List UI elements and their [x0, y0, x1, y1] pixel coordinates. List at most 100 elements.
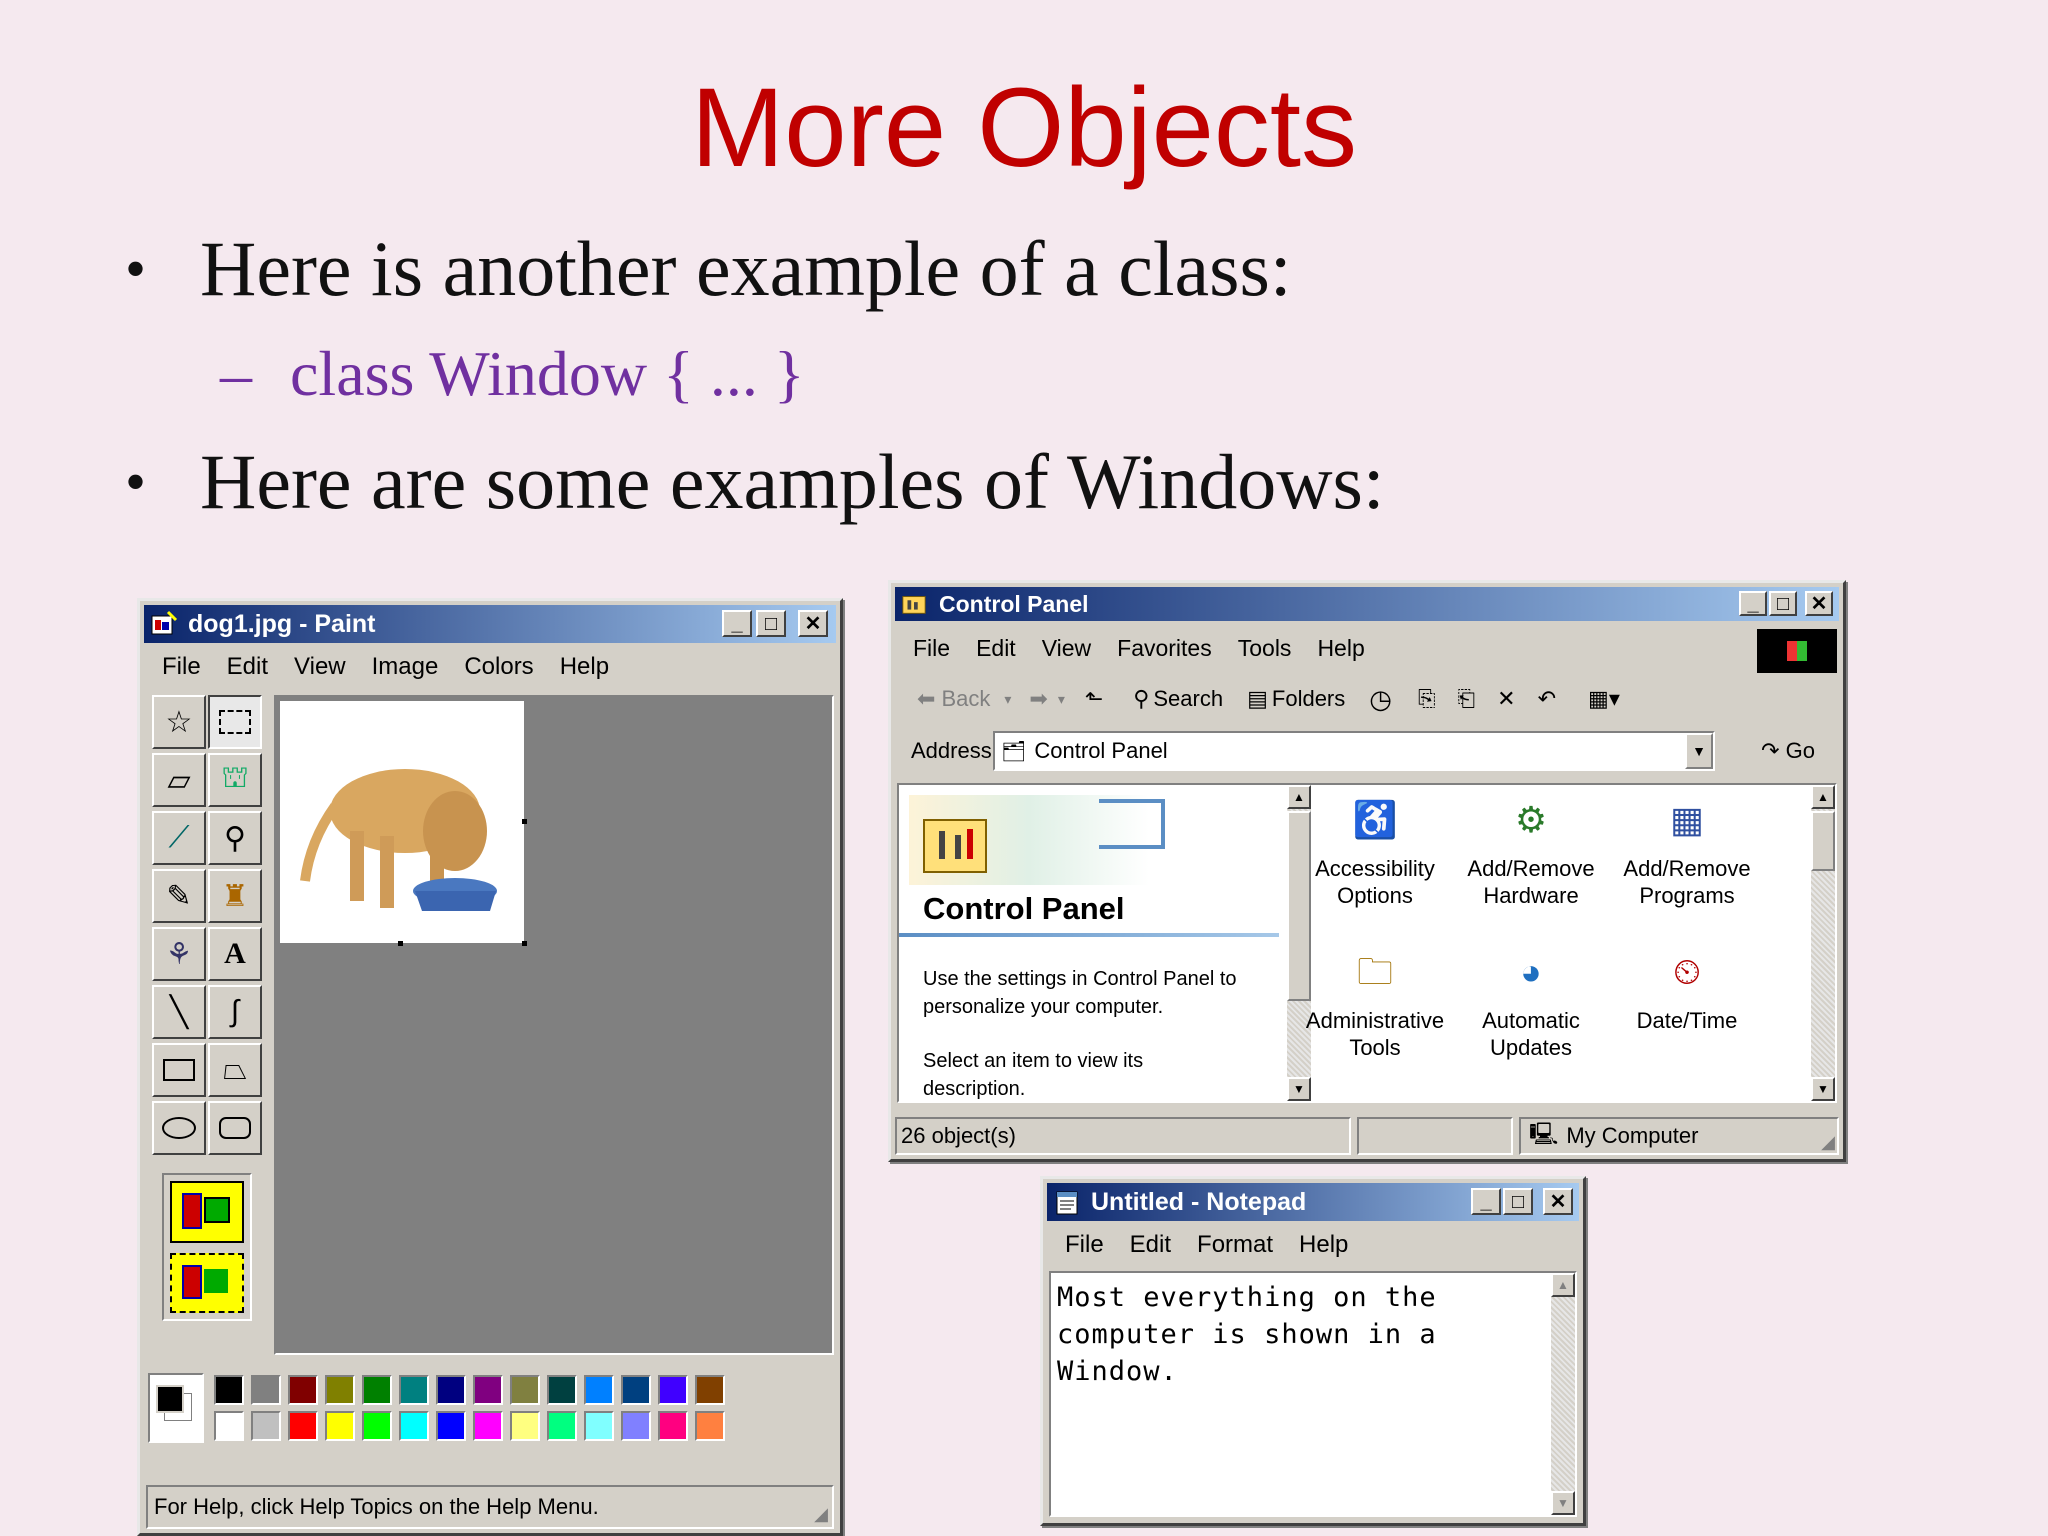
maximize-button[interactable]: □ [1769, 591, 1797, 616]
palette-color-swatch[interactable] [399, 1375, 429, 1405]
palette-color-swatch[interactable] [621, 1411, 651, 1441]
menu-edit[interactable]: Edit [1130, 1231, 1171, 1259]
maximize-button[interactable]: □ [756, 610, 786, 637]
palette-color-swatch[interactable] [473, 1375, 503, 1405]
rounded-rect-icon[interactable] [208, 1101, 262, 1155]
scroll-down-icon[interactable]: ▼ [1287, 1077, 1311, 1101]
dog-image[interactable] [280, 701, 527, 946]
paint-titlebar[interactable]: dog1.jpg - Paint _ □ ✕ [144, 605, 836, 643]
palette-color-swatch[interactable] [214, 1411, 244, 1441]
menu-favorites[interactable]: Favorites [1117, 635, 1212, 662]
cp-item[interactable]: ♿ Accessibility Options [1295, 789, 1455, 909]
opaque-option-icon[interactable] [170, 1253, 244, 1313]
notepad-titlebar[interactable]: Untitled - Notepad _ □ ✕ [1047, 1183, 1579, 1221]
airbrush-icon[interactable]: ⚘ [152, 927, 206, 981]
move-to-icon[interactable]: ⎘ [1418, 686, 1436, 712]
palette-color-swatch[interactable] [214, 1375, 244, 1405]
transparency-option-icon[interactable] [170, 1181, 244, 1243]
palette-color-swatch[interactable] [510, 1411, 540, 1441]
views-icon[interactable]: ▦▾ [1588, 686, 1620, 712]
palette-color-swatch[interactable] [288, 1375, 318, 1405]
go-button[interactable]: ↷ Go [1761, 738, 1815, 764]
notepad-scrollbar[interactable]: ▲ ▼ [1551, 1273, 1575, 1515]
cp-item[interactable]: 🗀 Administrative Tools [1295, 941, 1455, 1061]
palette-color-swatch[interactable] [362, 1375, 392, 1405]
rect-select-icon[interactable] [208, 695, 262, 749]
palette-color-swatch[interactable] [695, 1411, 725, 1441]
menu-edit[interactable]: Edit [976, 635, 1016, 662]
menu-colors[interactable]: Colors [464, 653, 533, 681]
palette-color-swatch[interactable] [510, 1375, 540, 1405]
palette-color-swatch[interactable] [584, 1411, 614, 1441]
scroll-up-icon[interactable]: ▲ [1811, 785, 1835, 809]
palette-color-swatch[interactable] [547, 1411, 577, 1441]
magnifier-icon[interactable]: ⚲ [208, 811, 262, 865]
back-arrow-icon[interactable]: ⬅ [917, 686, 935, 712]
close-button[interactable]: ✕ [1805, 591, 1833, 616]
cp-item[interactable]: ◕ Automatic Updates [1451, 941, 1611, 1061]
palette-color-swatch[interactable] [288, 1411, 318, 1441]
color-picker-icon[interactable]: ⟋ [152, 811, 206, 865]
palette-color-swatch[interactable] [584, 1375, 614, 1405]
address-field[interactable]: 🗂 Control Panel ▼ [993, 731, 1715, 771]
palette-color-swatch[interactable] [658, 1411, 688, 1441]
line-icon[interactable]: ╲ [152, 985, 206, 1039]
back-dropdown-icon[interactable]: ▾ [1004, 691, 1011, 708]
palette-color-swatch[interactable] [251, 1411, 281, 1441]
free-select-icon[interactable]: ☆ [152, 695, 206, 749]
delete-icon[interactable]: ✕ [1497, 686, 1515, 712]
menu-help[interactable]: Help [560, 653, 609, 681]
ellipse-icon[interactable] [152, 1101, 206, 1155]
history-icon[interactable]: ◷ [1369, 684, 1392, 715]
search-button[interactable]: Search [1153, 686, 1223, 712]
menu-help[interactable]: Help [1317, 635, 1364, 662]
scroll-up-icon[interactable]: ▲ [1551, 1273, 1575, 1297]
menu-file[interactable]: File [913, 635, 950, 662]
palette-color-swatch[interactable] [695, 1375, 725, 1405]
menu-view[interactable]: View [1042, 635, 1091, 662]
palette-color-swatch[interactable] [436, 1411, 466, 1441]
curve-icon[interactable]: ∫ [208, 985, 262, 1039]
address-dropdown-icon[interactable]: ▼ [1685, 733, 1713, 769]
text-tool-icon[interactable]: A [208, 927, 262, 981]
palette-color-swatch[interactable] [399, 1411, 429, 1441]
minimize-button[interactable]: _ [722, 610, 752, 637]
cp-item[interactable]: ▦ Add/Remove Programs [1607, 789, 1767, 909]
close-button[interactable]: ✕ [798, 610, 828, 637]
cp-titlebar[interactable]: Control Panel _ □ ✕ [895, 587, 1839, 621]
folders-icon[interactable]: ▤ [1247, 686, 1268, 712]
menu-file[interactable]: File [162, 653, 201, 681]
resize-grip-icon[interactable]: ◢ [1821, 1132, 1835, 1153]
resize-grip-icon[interactable]: ◢ [814, 1504, 828, 1525]
menu-edit[interactable]: Edit [227, 653, 268, 681]
menu-help[interactable]: Help [1299, 1231, 1348, 1259]
palette-color-swatch[interactable] [251, 1375, 281, 1405]
scroll-down-icon[interactable]: ▼ [1811, 1077, 1835, 1101]
fill-bucket-icon[interactable]: ⛫ [208, 753, 262, 807]
undo-icon[interactable]: ↶ [1538, 686, 1556, 712]
scroll-thumb[interactable] [1811, 811, 1835, 871]
items-scrollbar[interactable]: ▲ ▼ [1811, 785, 1835, 1101]
palette-color-swatch[interactable] [547, 1375, 577, 1405]
cp-item[interactable]: ⏲ Date/Time [1607, 941, 1767, 1034]
current-colors[interactable] [148, 1373, 204, 1443]
eraser-icon[interactable]: ▱ [152, 753, 206, 807]
palette-color-swatch[interactable] [325, 1375, 355, 1405]
palette-color-swatch[interactable] [362, 1411, 392, 1441]
minimize-button[interactable]: _ [1739, 591, 1767, 616]
forward-dropdown-icon[interactable]: ▾ [1058, 691, 1065, 708]
brush-icon[interactable]: ♜ [208, 869, 262, 923]
menu-image[interactable]: Image [372, 653, 439, 681]
palette-color-swatch[interactable] [658, 1375, 688, 1405]
paint-canvas-area[interactable] [274, 695, 834, 1355]
copy-to-icon[interactable]: ⎗ [1458, 686, 1476, 712]
folders-button[interactable]: Folders [1272, 686, 1345, 712]
scroll-down-icon[interactable]: ▼ [1551, 1491, 1575, 1515]
pencil-icon[interactable]: ✎ [152, 869, 206, 923]
forward-arrow-icon[interactable]: ➡ [1029, 686, 1047, 712]
menu-view[interactable]: View [294, 653, 346, 681]
close-button[interactable]: ✕ [1543, 1188, 1573, 1215]
palette-color-swatch[interactable] [473, 1411, 503, 1441]
menu-format[interactable]: Format [1197, 1231, 1273, 1259]
search-icon[interactable]: ⚲ [1133, 686, 1149, 712]
